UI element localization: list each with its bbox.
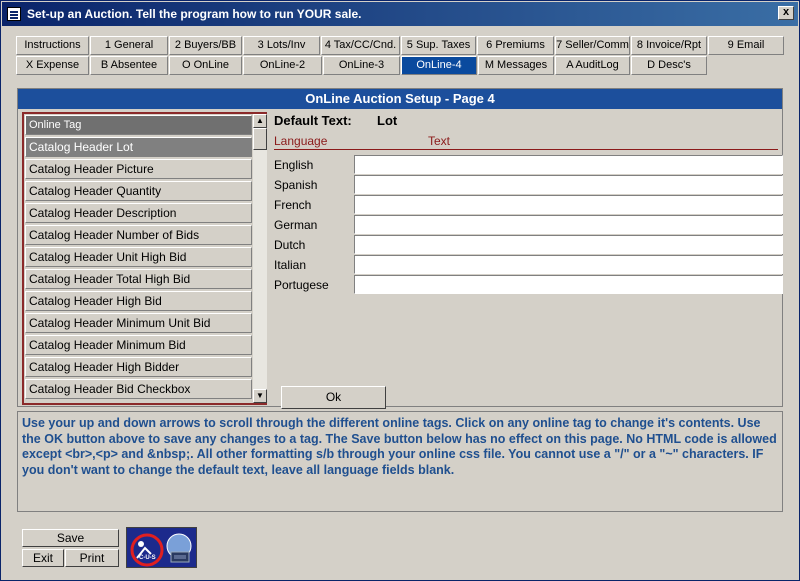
tab-online-4[interactable]: OnLine-4 bbox=[401, 56, 477, 75]
window-title: Set-up an Auction. Tell the program how … bbox=[27, 7, 362, 21]
logo-graphic bbox=[127, 528, 196, 567]
ok-button[interactable]: Ok bbox=[281, 386, 386, 409]
dutch-label: Dutch bbox=[274, 238, 306, 252]
tab-descs[interactable]: D Desc's bbox=[631, 56, 707, 75]
text-column-header: Text bbox=[428, 134, 451, 148]
portugese-field[interactable] bbox=[354, 275, 783, 294]
list-item[interactable]: Catalog Header Bid Checkbox bbox=[25, 379, 252, 399]
italian-field[interactable] bbox=[354, 255, 783, 274]
tab-premiums[interactable]: 6 Premiums bbox=[477, 36, 554, 55]
scroll-up-icon[interactable]: ▲ bbox=[253, 114, 267, 128]
tab-invoice-rpt[interactable]: 8 Invoice/Rpt bbox=[631, 36, 707, 55]
german-label: German bbox=[274, 218, 318, 232]
scroll-thumb[interactable] bbox=[253, 128, 267, 150]
list-item[interactable]: Catalog Header Minimum Unit Bid bbox=[25, 313, 252, 333]
list-item[interactable]: Catalog Header High Bid bbox=[25, 291, 252, 311]
tab-general[interactable]: 1 General bbox=[90, 36, 168, 55]
list-item[interactable]: Catalog Header Total High Bid bbox=[25, 269, 252, 289]
dutch-field[interactable] bbox=[354, 235, 783, 254]
print-button[interactable]: Print bbox=[65, 549, 119, 567]
app-menu-icon[interactable] bbox=[7, 7, 21, 21]
close-button[interactable]: x bbox=[778, 6, 794, 20]
tab-sup-taxes[interactable]: 5 Sup. Taxes bbox=[401, 36, 476, 55]
panel-title: OnLine Auction Setup - Page 4 bbox=[18, 89, 782, 109]
company-logo: C-U-S bbox=[126, 527, 197, 568]
tab-online-2[interactable]: OnLine-2 bbox=[243, 56, 322, 75]
title-bar: Set-up an Auction. Tell the program how … bbox=[2, 2, 798, 26]
save-button[interactable]: Save bbox=[22, 529, 119, 547]
instructions-text: Use your up and down arrows to scroll th… bbox=[17, 411, 783, 512]
list-item[interactable]: Catalog Header Quantity bbox=[25, 181, 252, 201]
default-text-value: Lot bbox=[377, 113, 398, 128]
tab-messages[interactable]: M Messages bbox=[478, 56, 554, 75]
default-text-label: Default Text: bbox=[274, 113, 352, 128]
tab-online[interactable]: O OnLine bbox=[169, 56, 242, 75]
setup-auction-window: Set-up an Auction. Tell the program how … bbox=[0, 0, 800, 581]
tab-tax-cc-cnd[interactable]: 4 Tax/CC/Cnd. bbox=[321, 36, 400, 55]
list-item[interactable]: Catalog Header Lot bbox=[25, 137, 252, 157]
scroll-down-icon[interactable]: ▼ bbox=[253, 389, 267, 403]
french-field[interactable] bbox=[354, 195, 783, 214]
portugese-label: Portugese bbox=[274, 278, 329, 292]
column-header-rule bbox=[274, 149, 778, 150]
language-column-header: Language bbox=[274, 134, 328, 148]
tab-expense[interactable]: X Expense bbox=[16, 56, 89, 75]
list-item[interactable]: Catalog Header High Bidder bbox=[25, 357, 252, 377]
tab-buyers-bb[interactable]: 2 Buyers/BB bbox=[169, 36, 242, 55]
tab-seller-comm[interactable]: 7 Seller/Comm bbox=[555, 36, 630, 55]
list-item[interactable]: Catalog Header Minimum Bid bbox=[25, 335, 252, 355]
list-item[interactable]: Catalog Header Number of Bids bbox=[25, 225, 252, 245]
list-scrollbar[interactable]: ▲ ▼ bbox=[253, 114, 267, 403]
italian-label: Italian bbox=[274, 258, 307, 272]
english-label: English bbox=[274, 158, 314, 172]
tab-instructions[interactable]: Instructions bbox=[16, 36, 89, 55]
german-field[interactable] bbox=[354, 215, 783, 234]
list-item[interactable]: Catalog Header Description bbox=[25, 203, 252, 223]
tab-absentee[interactable]: B Absentee bbox=[90, 56, 168, 75]
list-item[interactable]: Catalog Header Unit High Bid bbox=[25, 247, 252, 267]
online-tag-list[interactable]: Online Tag Catalog Header Lot Catalog He… bbox=[22, 112, 267, 405]
list-item[interactable]: Catalog Header Picture bbox=[25, 159, 252, 179]
tab-auditlog[interactable]: A AuditLog bbox=[555, 56, 630, 75]
spanish-label: Spanish bbox=[274, 178, 318, 192]
exit-button[interactable]: Exit bbox=[22, 549, 64, 567]
tab-online-3[interactable]: OnLine-3 bbox=[323, 56, 400, 75]
spanish-field[interactable] bbox=[354, 175, 783, 194]
tab-email[interactable]: 9 Email bbox=[708, 36, 784, 55]
logo-text: C-U-S bbox=[139, 555, 156, 561]
english-field[interactable] bbox=[354, 155, 783, 174]
french-label: French bbox=[274, 198, 312, 212]
list-header: Online Tag bbox=[25, 115, 252, 135]
tab-lots-inv[interactable]: 3 Lots/Inv bbox=[243, 36, 320, 55]
